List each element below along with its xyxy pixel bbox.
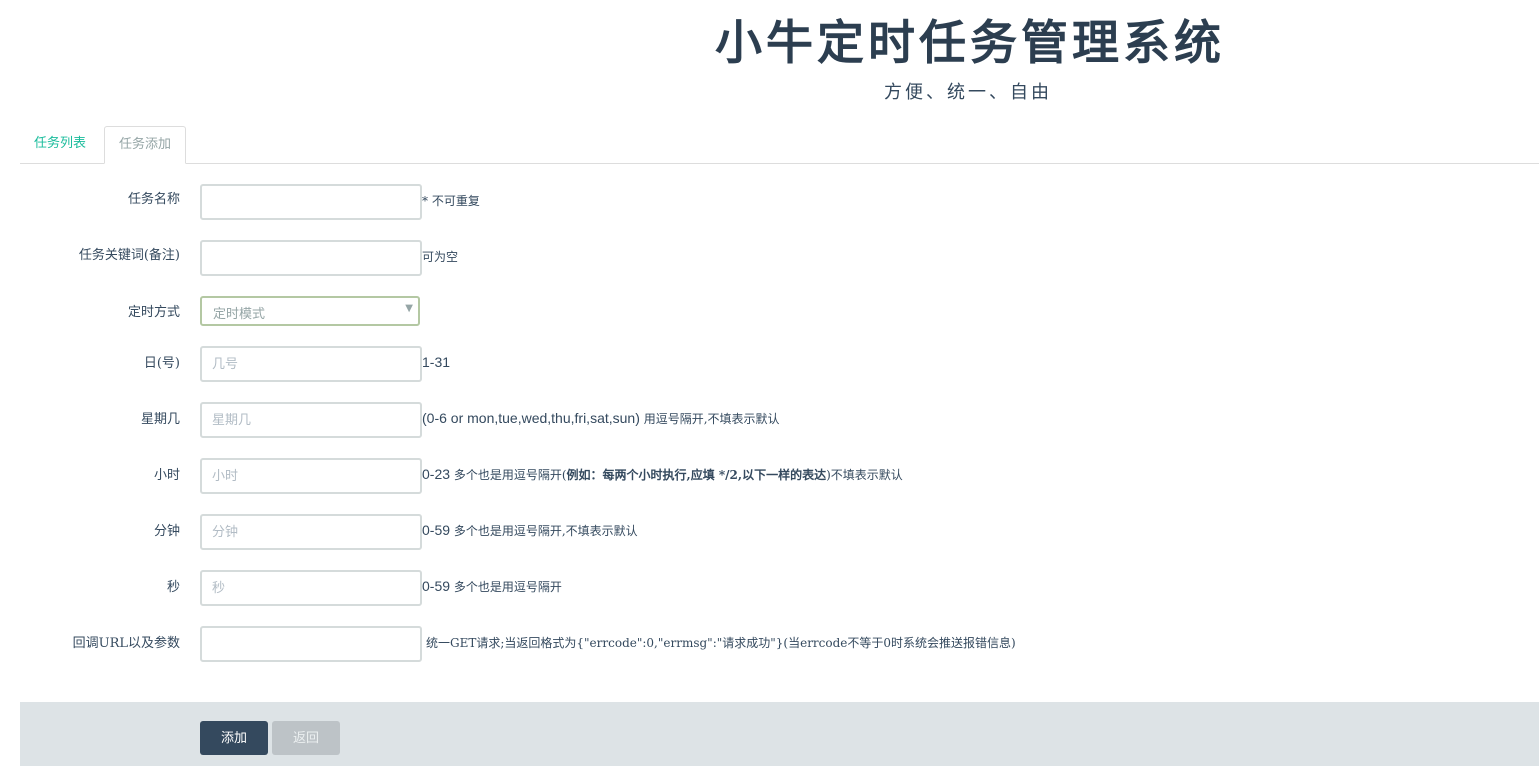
callback-hint: 统一GET请求;当返回格式为{"errcode":0,"errmsg":"请求成… <box>426 636 1016 650</box>
second-hint-range: 0-59 <box>422 578 451 594</box>
tab-bar: 任务列表 任务添加 <box>20 126 1539 164</box>
form-row-schedule-mode: 定时方式 定时模式 ▼ <box>0 296 1539 332</box>
task-keyword-input[interactable] <box>200 240 422 276</box>
tab-task-list[interactable]: 任务列表 <box>20 126 100 163</box>
task-name-hint: * 不可重复 <box>422 194 480 208</box>
form-actions: 添加 返回 <box>20 702 1539 766</box>
callback-label: 回调URL以及参数 <box>72 636 180 651</box>
hour-input[interactable] <box>200 458 422 494</box>
minute-hint-range: 0-59 <box>422 522 451 538</box>
form-row-task-keyword: 任务关键词(备注) 可为空 <box>0 240 1539 276</box>
weekday-input[interactable] <box>200 402 422 438</box>
task-keyword-hint: 可为空 <box>422 250 459 264</box>
hour-label: 小时 <box>153 468 180 483</box>
hour-hint-text1: 多个也是用逗号隔开( <box>450 468 567 482</box>
second-input[interactable] <box>200 570 422 606</box>
day-hint-range: 1-31 <box>422 354 451 370</box>
minute-label: 分钟 <box>153 524 180 539</box>
back-button[interactable]: 返回 <box>272 721 340 755</box>
minute-hint: 0-59 多个也是用逗号隔开,不填表示默认 <box>422 522 638 539</box>
second-hint: 0-59 多个也是用逗号隔开 <box>422 578 562 595</box>
form-row-day: 日(号) 1-31 <box>0 346 1539 382</box>
second-label: 秒 <box>166 580 180 595</box>
day-label: 日(号) <box>143 356 180 371</box>
weekday-label: 星期几 <box>140 412 180 427</box>
weekday-hint-range: (0-6 or mon,tue,wed,thu,fri,sat,sun) <box>422 410 640 426</box>
hour-hint-text2: )不填表示默认 <box>826 468 903 482</box>
dropdown-arrow-icon: ▼ <box>405 303 413 314</box>
form-row-second: 秒 0-59 多个也是用逗号隔开 <box>0 570 1539 606</box>
day-input[interactable] <box>200 346 422 382</box>
schedule-mode-selected: 定时模式 <box>213 307 266 322</box>
form-row-weekday: 星期几 (0-6 or mon,tue,wed,thu,fri,sat,sun)… <box>0 402 1539 438</box>
form-row-task-name: 任务名称 * 不可重复 <box>0 184 1539 220</box>
second-hint-text: 多个也是用逗号隔开 <box>450 580 562 594</box>
callback-url-input[interactable] <box>200 626 422 662</box>
task-keyword-label: 任务关键词(备注) <box>78 248 180 263</box>
schedule-mode-label: 定时方式 <box>127 305 180 320</box>
page-subtitle: 方便、统一、自由 <box>884 82 1052 103</box>
schedule-mode-select[interactable]: 定时模式 ▼ <box>200 296 420 326</box>
weekday-hint: (0-6 or mon,tue,wed,thu,fri,sat,sun) 用逗号… <box>422 410 780 427</box>
day-hint: 1-31 <box>422 354 450 370</box>
page-title: 小牛定时任务管理系统 <box>715 16 1225 71</box>
add-button[interactable]: 添加 <box>200 721 268 755</box>
page-header: 小牛定时任务管理系统 方便、统一、自由 <box>0 0 1539 110</box>
minute-input[interactable] <box>200 514 422 550</box>
hour-hint: 0-23 多个也是用逗号隔开(例如：每两个小时执行,应填 */2,以下一样的表达… <box>422 466 903 483</box>
hour-hint-range: 0-23 <box>422 466 451 482</box>
task-name-label: 任务名称 <box>127 192 180 207</box>
form-row-callback: 回调URL以及参数 统一GET请求;当返回格式为{"errcode":0,"er… <box>0 626 1539 662</box>
form-row-hour: 小时 0-23 多个也是用逗号隔开(例如：每两个小时执行,应填 */2,以下一样… <box>0 458 1539 494</box>
weekday-hint-text: 用逗号隔开,不填表示默认 <box>639 412 780 426</box>
hour-hint-example: 例如：每两个小时执行,应填 */2,以下一样的表达 <box>566 468 827 482</box>
form-row-minute: 分钟 0-59 多个也是用逗号隔开,不填表示默认 <box>0 514 1539 550</box>
minute-hint-text: 多个也是用逗号隔开,不填表示默认 <box>450 524 638 538</box>
task-name-input[interactable] <box>200 184 422 220</box>
tab-task-add[interactable]: 任务添加 <box>104 126 187 164</box>
